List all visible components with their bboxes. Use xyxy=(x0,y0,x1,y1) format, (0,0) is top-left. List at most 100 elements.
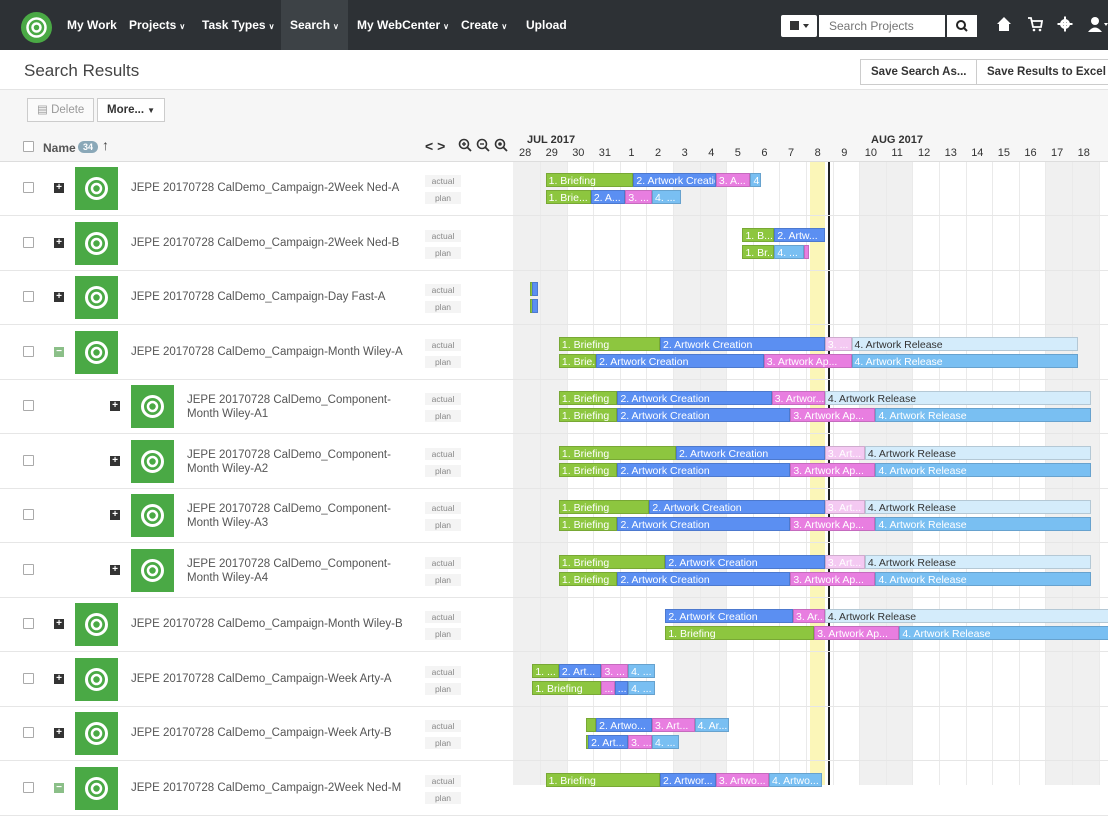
plan-task-bar[interactable]: 3. Artwork Ap... xyxy=(790,517,876,531)
nav-item-my-webcenter[interactable]: My WebCenter ∨ xyxy=(357,0,449,50)
nav-item-task-types[interactable]: Task Types ∨ xyxy=(202,0,274,50)
plan-task-bar[interactable]: 2. Art... xyxy=(588,735,629,749)
project-name-link[interactable]: JEPE 20170728 CalDemo_Component- Month Wi… xyxy=(187,393,391,421)
table-row[interactable]: + JEPE 20170728 CalDemo_Campaign-Month Wi… xyxy=(0,598,1108,652)
actual-task-bar[interactable]: 3. Art... xyxy=(652,718,695,732)
actual-task-bar[interactable] xyxy=(532,282,538,296)
expand-icon[interactable]: + xyxy=(54,237,64,248)
plan-task-bar[interactable]: 3. Artwork Ap... xyxy=(814,626,900,640)
actual-task-bar[interactable]: 3. A... xyxy=(715,173,751,187)
expand-icon[interactable]: + xyxy=(54,292,64,302)
plan-task-bar[interactable]: 3. ... xyxy=(628,735,653,749)
zoom-out-icon[interactable] xyxy=(476,138,490,155)
actual-task-bar[interactable]: 3. Art... xyxy=(824,445,865,460)
table-row[interactable]: − JEPE 20170728 CalDemo_Campaign-2Week Ne… xyxy=(0,762,1108,816)
table-row[interactable]: + JEPE 20170728 CalDemo_Campaign-Week Art… xyxy=(0,707,1108,761)
plan-task-bar[interactable]: 4. ... xyxy=(652,190,682,204)
actual-task-bar[interactable]: 4. Artwork Release xyxy=(864,554,1091,569)
zoom-reset-icon[interactable] xyxy=(494,138,508,155)
plan-task-bar[interactable] xyxy=(803,244,809,259)
plan-task-bar[interactable]: 4. Artwork Release xyxy=(875,571,1091,586)
plan-task-bar[interactable] xyxy=(532,299,538,313)
project-name-link[interactable]: JEPE 20170728 CalDemo_Campaign-2Week Ned… xyxy=(131,181,399,195)
delete-button[interactable]: ▤ Delete xyxy=(27,98,95,122)
plan-task-bar[interactable]: 2. Artwork Creation xyxy=(617,408,791,422)
actual-task-bar[interactable]: 2. Artwork Creation xyxy=(665,609,793,623)
plan-task-bar[interactable]: 4. Artwork Release xyxy=(875,517,1091,531)
sort-arrow-icon[interactable]: ↑ xyxy=(102,137,109,153)
expand-icon[interactable]: + xyxy=(54,619,64,629)
table-row[interactable]: + JEPE 20170728 CalDemo_Campaign-2Week Ne… xyxy=(0,162,1108,216)
row-checkbox[interactable] xyxy=(23,781,34,793)
actual-task-bar[interactable]: 3. ... xyxy=(601,663,629,678)
actual-task-bar[interactable]: 4. ... xyxy=(628,663,655,678)
actual-task-bar[interactable]: 3. Artwo... xyxy=(715,772,770,787)
table-row[interactable]: − JEPE 20170728 CalDemo_Campaign-Month Wi… xyxy=(0,326,1108,380)
actual-task-bar[interactable]: 1. Briefing xyxy=(558,336,660,351)
actual-task-bar[interactable]: 3. Ar... xyxy=(793,609,825,623)
plan-task-bar[interactable]: 4. ... xyxy=(652,735,679,749)
zoom-in-icon[interactable] xyxy=(458,138,472,155)
actual-task-bar[interactable]: 2. Artw... xyxy=(774,227,825,242)
table-row[interactable]: + JEPE 20170728 CalDemo_Campaign-2Week Ne… xyxy=(0,217,1108,271)
actual-task-bar[interactable]: 2. Artwor... xyxy=(660,772,716,787)
plan-task-bar[interactable]: 2. Artwork Creation xyxy=(596,353,764,368)
actual-task-bar[interactable]: 2. Artwork Creation xyxy=(649,500,825,514)
nav-item-search[interactable]: Search ∨ xyxy=(281,0,348,50)
actual-task-bar[interactable]: 4 xyxy=(750,173,762,187)
project-name-link[interactable]: JEPE 20170728 CalDemo_Campaign-Month Wil… xyxy=(131,345,403,359)
row-checkbox[interactable] xyxy=(23,454,34,466)
user-icon[interactable] xyxy=(1088,16,1108,35)
plan-task-bar[interactable]: 4. Artwork Release xyxy=(899,626,1108,640)
actual-task-bar[interactable]: 2. Artwork Creation xyxy=(660,336,825,351)
nav-item-upload[interactable]: Upload xyxy=(526,0,567,50)
actual-task-bar[interactable]: 3. Art... xyxy=(824,554,865,569)
plan-task-bar[interactable]: 1. Brie... xyxy=(558,353,597,368)
expand-icon[interactable]: + xyxy=(110,401,120,411)
table-row[interactable]: + JEPE 20170728 CalDemo_Campaign-Day Fast… xyxy=(0,271,1108,325)
row-checkbox[interactable] xyxy=(23,563,34,575)
row-checkbox[interactable] xyxy=(23,291,34,302)
cart-icon[interactable] xyxy=(1027,16,1044,35)
home-icon[interactable] xyxy=(996,16,1012,35)
plan-task-bar[interactable]: 3. ... xyxy=(625,190,652,204)
row-checkbox[interactable] xyxy=(23,727,34,738)
actual-task-bar[interactable]: 1. B... xyxy=(742,227,775,242)
project-name-link[interactable]: JEPE 20170728 CalDemo_Campaign-2Week Ned… xyxy=(131,236,399,250)
plan-task-bar[interactable]: 4. Artwork Release xyxy=(851,353,1078,368)
expand-icon[interactable]: + xyxy=(110,564,120,575)
actual-task-bar[interactable]: 1. Briefing xyxy=(545,772,660,787)
actual-task-bar[interactable]: 2. Artwork Creation xyxy=(675,445,825,460)
table-row[interactable]: + JEPE 20170728 CalDemo_Campaign-Week Art… xyxy=(0,653,1108,707)
actual-task-bar[interactable]: 3. ... xyxy=(824,336,852,351)
actual-task-bar[interactable]: 1. Briefing xyxy=(558,554,666,569)
save-excel-button[interactable]: Save Results to Excel xyxy=(976,59,1108,85)
actual-task-bar[interactable]: 2. Artwork Creation xyxy=(633,173,716,187)
select-all-checkbox[interactable] xyxy=(23,141,34,152)
project-name-link[interactable]: JEPE 20170728 CalDemo_Campaign-Week Arty… xyxy=(131,672,392,686)
table-row[interactable]: + JEPE 20170728 CalDemo_Component- Month W… xyxy=(0,489,1108,543)
nav-item-create[interactable]: Create ∨ xyxy=(461,0,507,50)
actual-task-bar[interactable]: 2. Art... xyxy=(558,663,602,678)
actual-task-bar[interactable]: 4. Ar... xyxy=(694,718,730,732)
plan-task-bar[interactable]: 1. Brie... xyxy=(545,190,591,204)
nav-item-projects[interactable]: Projects ∨ xyxy=(129,0,185,50)
row-checkbox[interactable] xyxy=(23,618,34,629)
actual-task-bar[interactable]: 1. Briefing xyxy=(558,500,650,514)
app-logo[interactable] xyxy=(21,12,52,43)
actual-task-bar[interactable]: 4. Artwork Release xyxy=(851,336,1078,351)
row-checkbox[interactable] xyxy=(23,182,34,193)
project-name-link[interactable]: JEPE 20170728 CalDemo_Campaign-Week Arty… xyxy=(131,726,392,740)
nav-item-my-work[interactable]: My Work xyxy=(67,0,117,50)
timeline-nav[interactable]: < > xyxy=(425,138,445,154)
project-name-link[interactable]: JEPE 20170728 CalDemo_Campaign-Month Wil… xyxy=(131,617,403,631)
plan-task-bar[interactable]: 3. Artwork Ap... xyxy=(790,571,876,586)
expand-icon[interactable]: + xyxy=(54,183,64,193)
actual-task-bar[interactable]: 4. Artwork Release xyxy=(824,391,1091,405)
more-button[interactable]: More... ▼ xyxy=(97,98,165,122)
plan-task-bar[interactable]: 1. Briefing xyxy=(532,680,602,695)
actual-task-bar[interactable]: 1. Briefing xyxy=(558,391,618,405)
plan-task-bar[interactable]: 4. ... xyxy=(774,244,804,259)
expand-icon[interactable]: + xyxy=(110,510,120,520)
row-checkbox[interactable] xyxy=(23,672,34,684)
